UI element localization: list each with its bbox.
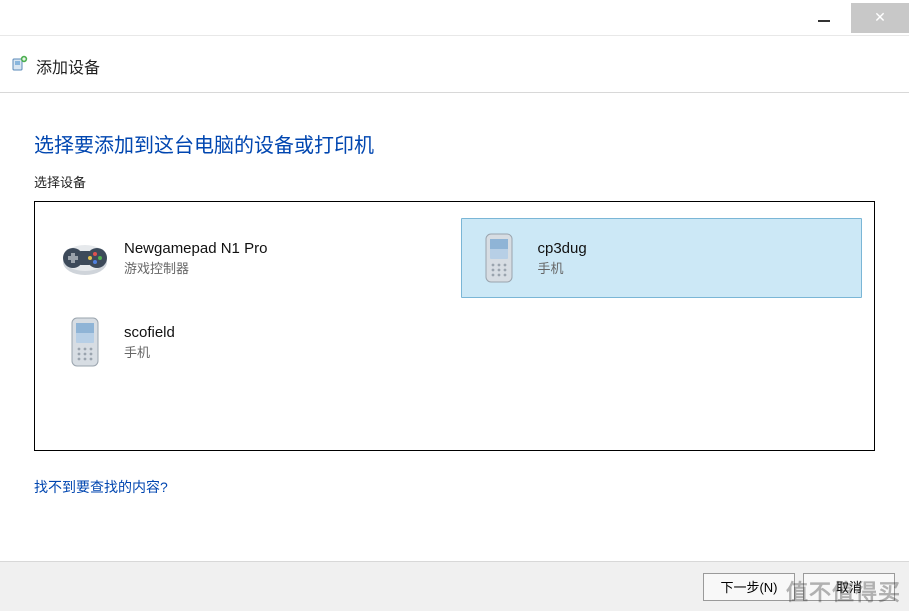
- sub-label: 选择设备: [34, 172, 875, 191]
- device-item[interactable]: cp3dug 手机: [461, 218, 863, 298]
- titlebar: [0, 0, 909, 36]
- device-type: 游戏控制器: [124, 258, 267, 277]
- close-button[interactable]: [851, 3, 909, 33]
- footer-bar: 下一步(N) 取消: [0, 561, 909, 611]
- device-text: scofield 手机: [124, 324, 175, 361]
- device-name: Newgamepad N1 Pro: [124, 240, 267, 257]
- phone-icon: [474, 233, 524, 283]
- device-add-icon: [10, 55, 28, 78]
- device-item[interactable]: scofield 手机: [47, 302, 449, 382]
- device-type: 手机: [124, 342, 175, 361]
- help-link[interactable]: 找不到要查找的内容?: [34, 477, 875, 497]
- page-heading: 选择要添加到这台电脑的设备或打印机: [34, 129, 875, 158]
- device-name: scofield: [124, 324, 175, 341]
- content-area: 选择要添加到这台电脑的设备或打印机 选择设备 Newgamepad N1 Pro…: [0, 93, 909, 497]
- next-button[interactable]: 下一步(N): [703, 573, 795, 601]
- minimize-button[interactable]: [796, 3, 851, 33]
- cancel-button[interactable]: 取消: [803, 573, 895, 601]
- device-type: 手机: [538, 258, 587, 277]
- device-name: cp3dug: [538, 240, 587, 257]
- device-list: Newgamepad N1 Pro 游戏控制器 cp3dug 手机: [34, 201, 875, 451]
- gamepad-icon: [60, 233, 110, 283]
- device-text: Newgamepad N1 Pro 游戏控制器: [124, 240, 267, 277]
- window-title: 添加设备: [36, 54, 100, 78]
- device-item[interactable]: Newgamepad N1 Pro 游戏控制器: [47, 218, 449, 298]
- phone-icon: [60, 317, 110, 367]
- window-header: 添加设备: [0, 36, 909, 93]
- device-text: cp3dug 手机: [538, 240, 587, 277]
